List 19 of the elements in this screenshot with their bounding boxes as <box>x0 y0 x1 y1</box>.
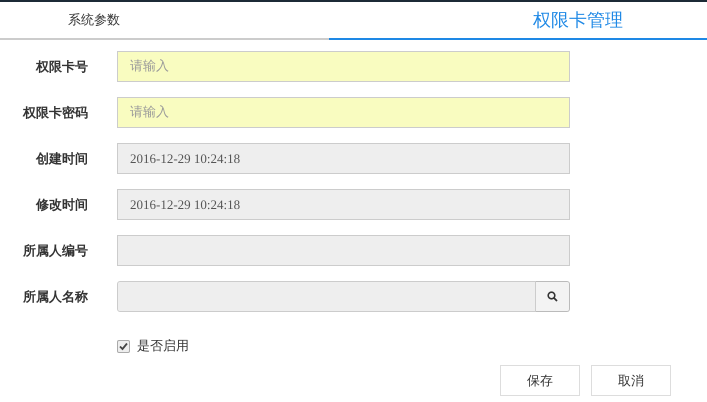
save-button[interactable]: 保存 <box>500 365 580 396</box>
search-icon <box>547 291 558 302</box>
input-field[interactable]: 请输入 <box>117 97 570 128</box>
search-field[interactable] <box>117 281 536 312</box>
readonly-field: 2016-12-29 10:24:18 <box>117 189 570 220</box>
input-field[interactable]: 请输入 <box>117 51 570 82</box>
cancel-button[interactable]: 取消 <box>591 365 671 396</box>
field-label: 权限卡密码 <box>22 104 88 122</box>
tab[interactable]: 权限卡管理 <box>329 2 707 40</box>
field-label: 修改时间 <box>34 196 88 214</box>
field-label: 所属人名称 <box>22 288 88 306</box>
readonly-field: 2016-12-29 10:24:18 <box>117 143 570 174</box>
search-button[interactable] <box>536 281 570 312</box>
checkbox[interactable] <box>117 340 130 352</box>
field-label: 所属人编号 <box>22 242 88 260</box>
checkbox-label: 是否启用 <box>137 338 189 355</box>
tab[interactable]: 系统参数 <box>0 2 329 40</box>
field-label: 权限卡号 <box>34 58 88 76</box>
field-label: 创建时间 <box>34 150 88 168</box>
